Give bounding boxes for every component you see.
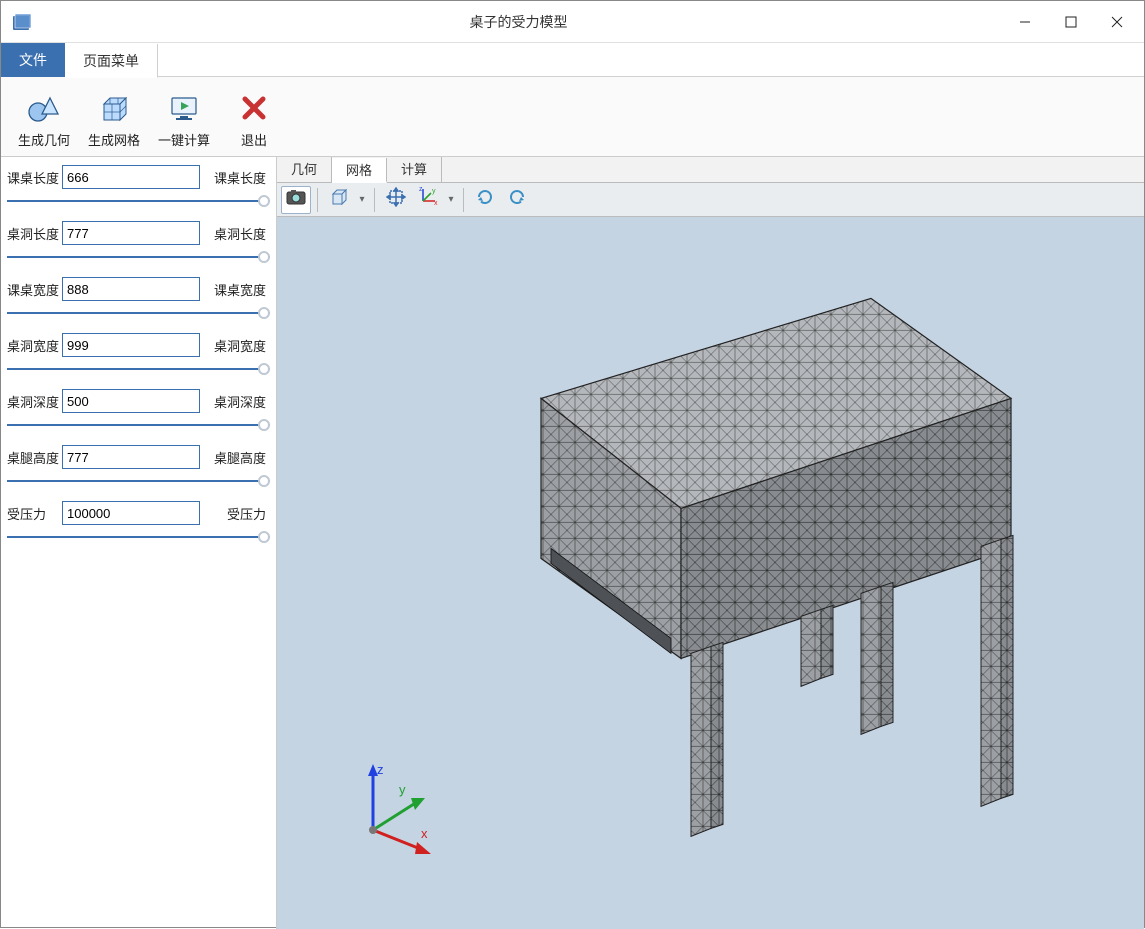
param-label: 受压力	[7, 504, 62, 523]
ribbon-one-click-calculate[interactable]: 一键计算	[149, 88, 219, 149]
svg-text:x: x	[434, 200, 438, 207]
ribbon-label: 退出	[219, 130, 289, 149]
sidebar: 课桌长度 课桌长度 桌洞长度 桌洞长度 课桌宽度 课桌宽度 桌洞	[1, 157, 277, 929]
param-desk-length: 课桌长度 课桌长度	[7, 165, 270, 207]
axis-label-x: x	[421, 826, 428, 841]
coordinate-axes-gizmo: z y x	[343, 760, 443, 865]
tab-geometry[interactable]: 几何	[277, 157, 332, 182]
param-input-hole-length[interactable]	[62, 221, 200, 245]
cube-mesh-icon	[79, 88, 149, 128]
cube-icon	[329, 187, 349, 212]
tool-axes-orientation[interactable]: z yx	[413, 186, 443, 214]
param-slider[interactable]	[7, 195, 270, 207]
tool-view-cube[interactable]	[324, 186, 354, 214]
tool-rotate-left[interactable]	[502, 186, 532, 214]
x-icon	[219, 88, 289, 128]
minimize-button[interactable]	[1002, 2, 1048, 42]
content-tabs: 几何 网格 计算	[277, 157, 1144, 183]
tab-calculate[interactable]: 计算	[387, 157, 442, 182]
main: 课桌长度 课桌长度 桌洞长度 桌洞长度 课桌宽度 课桌宽度 桌洞	[1, 157, 1144, 929]
param-input-hole-width[interactable]	[62, 333, 200, 357]
param-right-label: 桌洞长度	[200, 224, 266, 243]
title-bar: 桌子的受力模型	[1, 1, 1144, 43]
play-monitor-icon	[149, 88, 219, 128]
close-button[interactable]	[1094, 2, 1140, 42]
camera-icon	[286, 189, 306, 210]
param-right-label: 桌腿高度	[200, 448, 266, 467]
param-label: 课桌长度	[7, 168, 62, 187]
param-slider[interactable]	[7, 419, 270, 431]
param-slider[interactable]	[7, 307, 270, 319]
param-right-label: 受压力	[200, 504, 266, 523]
param-label: 桌洞长度	[7, 224, 62, 243]
param-hole-width: 桌洞宽度 桌洞宽度	[7, 333, 270, 375]
param-hole-depth: 桌洞深度 桌洞深度	[7, 389, 270, 431]
tool-rotate-right[interactable]	[470, 186, 500, 214]
param-pressure: 受压力 受压力	[7, 501, 270, 543]
dropdown-icon[interactable]: ▾	[356, 194, 368, 205]
param-desk-width: 课桌宽度 课桌宽度	[7, 277, 270, 319]
param-slider[interactable]	[7, 475, 270, 487]
param-label: 桌洞宽度	[7, 336, 62, 355]
ribbon-label: 一键计算	[149, 130, 219, 149]
param-right-label: 课桌宽度	[200, 280, 266, 299]
shapes-icon	[9, 88, 79, 128]
axis-label-z: z	[377, 762, 384, 777]
param-leg-height: 桌腿高度 桌腿高度	[7, 445, 270, 487]
menu-file[interactable]: 文件	[1, 43, 65, 77]
ribbon-generate-mesh[interactable]: 生成网格	[79, 88, 149, 149]
param-slider[interactable]	[7, 251, 270, 263]
viewport-3d[interactable]: z y x	[277, 217, 1144, 929]
tool-snapshot[interactable]	[281, 186, 311, 214]
param-input-desk-length[interactable]	[62, 165, 200, 189]
param-input-pressure[interactable]	[62, 501, 200, 525]
separator	[317, 188, 318, 212]
param-right-label: 桌洞深度	[200, 392, 266, 411]
window-title: 桌子的受力模型	[35, 12, 1002, 32]
dropdown-icon[interactable]: ▾	[445, 194, 457, 205]
svg-text:z: z	[419, 187, 423, 193]
param-label: 桌腿高度	[7, 448, 62, 467]
move-arrows-icon	[386, 187, 406, 212]
param-label: 桌洞深度	[7, 392, 62, 411]
maximize-button[interactable]	[1048, 2, 1094, 42]
viewport-toolbar: ▾ z yx ▾	[277, 183, 1144, 217]
tab-mesh[interactable]: 网格	[332, 158, 387, 183]
rotate-cw-icon	[475, 187, 495, 212]
separator	[374, 188, 375, 212]
param-input-desk-width[interactable]	[62, 277, 200, 301]
app-icon	[11, 12, 31, 32]
ribbon-label: 生成几何	[9, 130, 79, 149]
param-slider[interactable]	[7, 531, 270, 543]
param-right-label: 课桌长度	[200, 168, 266, 187]
ribbon-generate-geometry[interactable]: 生成几何	[9, 88, 79, 149]
ribbon-label: 生成网格	[79, 130, 149, 149]
param-right-label: 桌洞宽度	[200, 336, 266, 355]
param-hole-length: 桌洞长度 桌洞长度	[7, 221, 270, 263]
separator	[463, 188, 464, 212]
ribbon: 生成几何 生成网格	[1, 77, 1144, 157]
axis-label-y: y	[399, 782, 406, 797]
menubar: 文件 页面菜单	[1, 43, 1144, 77]
menu-page[interactable]: 页面菜单	[65, 44, 158, 78]
xyz-axes-icon: z yx	[417, 187, 439, 212]
param-input-hole-depth[interactable]	[62, 389, 200, 413]
content: 几何 网格 计算 ▾ zyx ▾	[277, 157, 1144, 929]
tool-pan[interactable]	[381, 186, 411, 214]
rotate-ccw-icon	[507, 187, 527, 212]
ribbon-exit[interactable]: 退出	[219, 88, 289, 149]
param-label: 课桌宽度	[7, 280, 62, 299]
mesh-model	[391, 258, 1031, 863]
param-input-leg-height[interactable]	[62, 445, 200, 469]
svg-text:y: y	[432, 188, 436, 195]
param-slider[interactable]	[7, 363, 270, 375]
